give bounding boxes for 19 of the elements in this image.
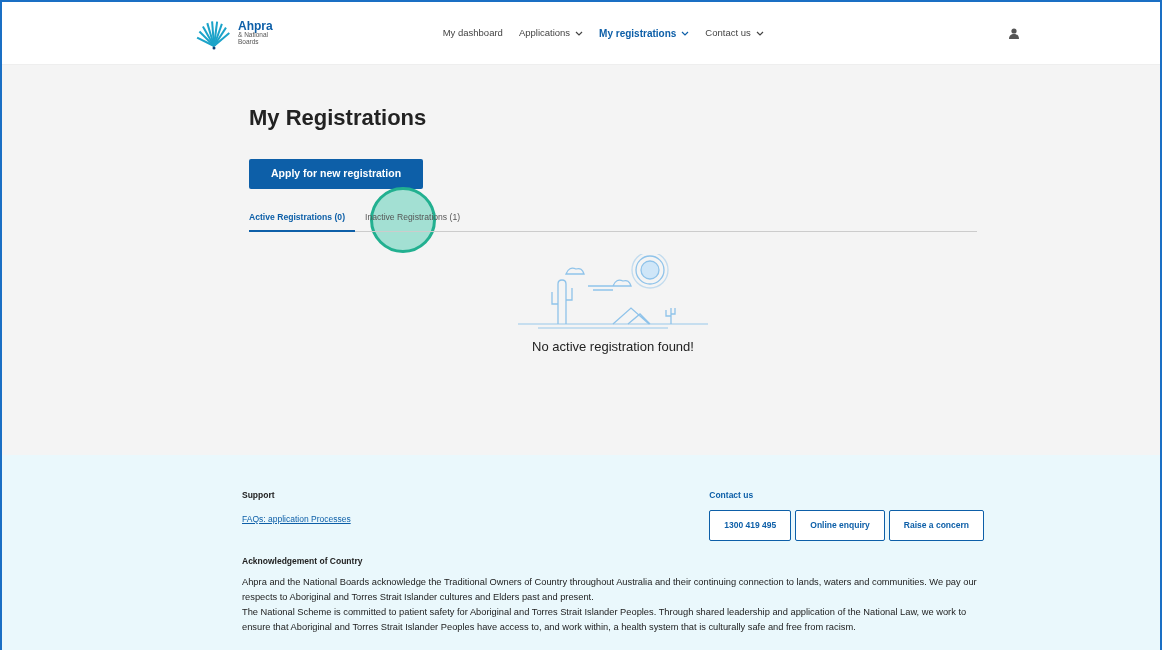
faq-link[interactable]: FAQs: application Processes	[242, 513, 351, 524]
apply-button[interactable]: Apply for new registration	[249, 159, 424, 190]
nav-link[interactable]: My dashboard	[442, 25, 503, 41]
acknowledgement-text: The National Scheme is committed to patient safety for Aboriginal and Torres Strait Islander Peoples. Through shared leadership and application of the National Law, we work to ensure that Aboriginal and Torres Strait Islander Peoples have access to, and work within, a health system that is culturally safe and free from racism.	[242, 606, 968, 635]
footer-heading: Contact us	[709, 489, 755, 502]
page-title: My Registrations	[249, 105, 428, 132]
empty-state-message: No active registration found!	[532, 338, 694, 357]
contact-button[interactable]: Raise a concern	[888, 509, 984, 541]
acknowledgement-text: Ahpra and the National Boards acknowledge the Traditional Owners of Country throughout Australia and their continuing connection to lands, waters and communities. We pay our respects to Aboriginal and Torres Strait Islander cultures and Elders past and present.	[242, 576, 978, 605]
footer-heading: Acknowledgement of Country	[242, 554, 364, 568]
nav-link[interactable]: My registrations	[599, 25, 690, 41]
contact-button[interactable]: 1300 419 495	[709, 509, 792, 541]
footer-heading: Support	[242, 489, 276, 502]
nav-link[interactable]: Applications	[518, 25, 584, 41]
logo-name: Ahpra	[238, 20, 273, 33]
tab[interactable]: Active Registrations (0)	[249, 207, 355, 233]
nav-link[interactable]: Contact us	[705, 25, 764, 41]
contact-button[interactable]: Online enquiry	[795, 509, 885, 541]
user-icon[interactable]	[1009, 28, 1019, 40]
